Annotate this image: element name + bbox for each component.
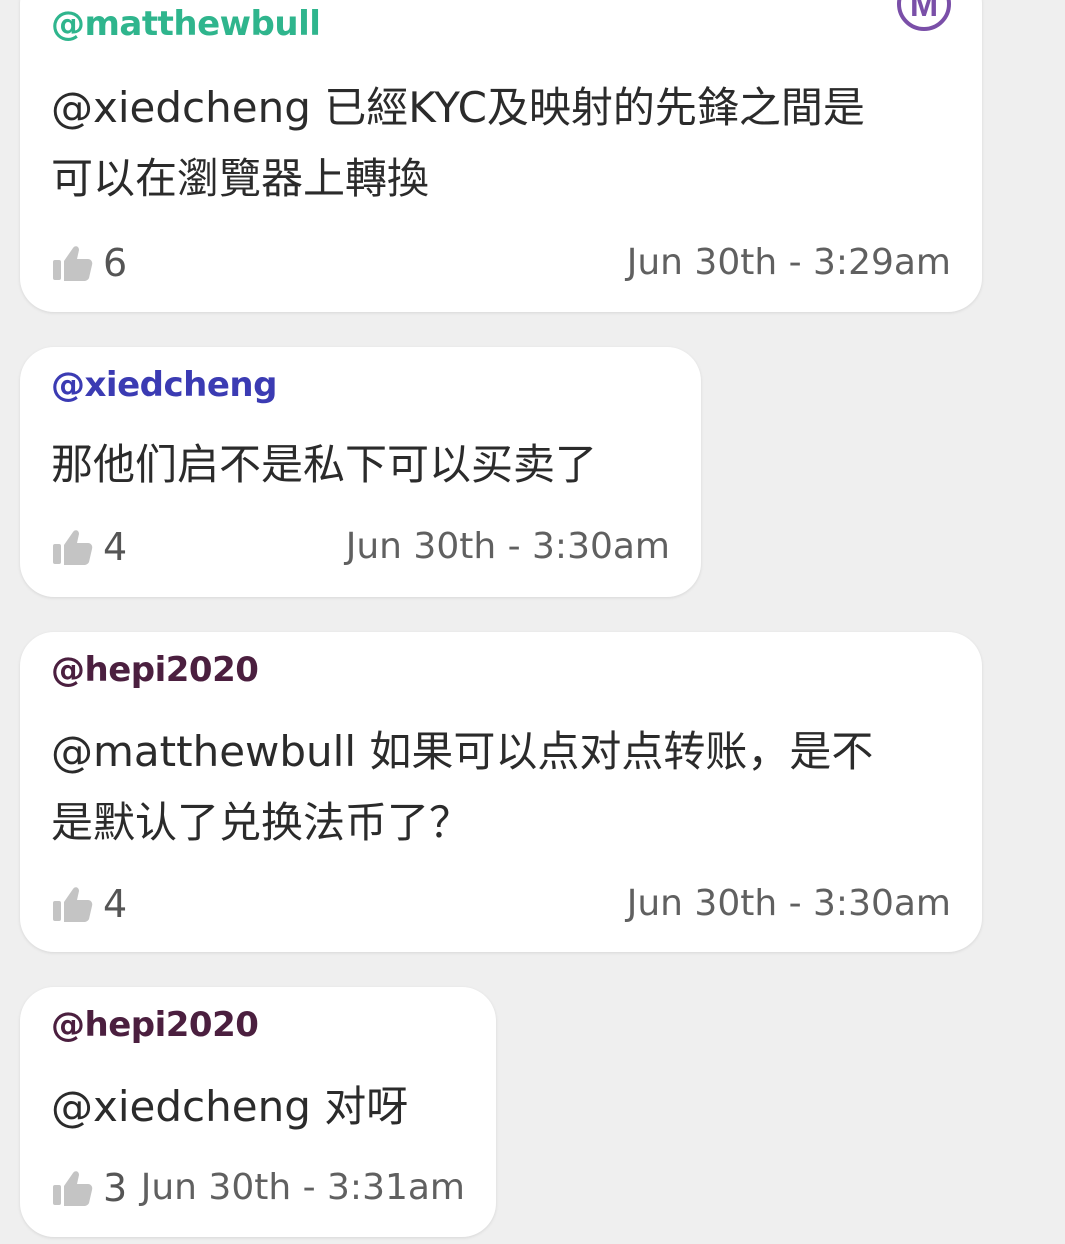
comment-timestamp: Jun 30th - 3:29am	[626, 242, 951, 283]
comment-card: @matthewbull M @xiedcheng 已經KYC及映射的先鋒之間是…	[20, 0, 982, 312]
comment-card: @hepi2020 @xiedcheng 对呀 3 Jun 30th - 3:3…	[20, 987, 496, 1237]
thumbs-up-icon	[53, 1171, 93, 1206]
like-count: 4	[103, 882, 128, 926]
comment-username[interactable]: @hepi2020	[51, 650, 259, 690]
comment-body-line: 是默认了兑换法币了？	[51, 798, 472, 847]
like-button[interactable]: 6	[51, 238, 127, 288]
comment-card: @xiedcheng 那他们启不是私下可以买卖了 4 Jun 30th - 3:…	[20, 347, 701, 597]
comment-footer: 4 Jun 30th - 3:30am	[51, 522, 670, 572]
like-count: 6	[103, 241, 128, 285]
like-count: 3	[103, 1166, 128, 1210]
comment-timestamp: Jun 30th - 3:30am	[345, 526, 670, 567]
comment-body-line: @matthewbull 如果可以点对点转账，是不	[51, 727, 874, 776]
thumbs-up-icon	[53, 530, 93, 565]
comment-timestamp: Jun 30th - 3:30am	[626, 883, 951, 924]
comment-username[interactable]: @matthewbull	[51, 4, 321, 44]
comment-username[interactable]: @xiedcheng	[51, 365, 277, 405]
comment-body-line: @xiedcheng 已經KYC及映射的先鋒之間是	[51, 83, 865, 132]
thumbs-up-icon	[53, 887, 93, 922]
member-badge-icon: M	[897, 0, 951, 31]
comment-body-line: 可以在瀏覽器上轉換	[51, 154, 430, 203]
like-count: 4	[103, 525, 128, 569]
thumbs-up-icon	[53, 246, 93, 281]
comment-body-line: @xiedcheng 对呀	[51, 1082, 409, 1131]
comment-username[interactable]: @hepi2020	[51, 1005, 259, 1045]
comment-body: @matthewbull 如果可以点对点转账，是不 是默认了兑换法币了？	[51, 716, 873, 858]
comment-card: @hepi2020 @matthewbull 如果可以点对点转账，是不 是默认了…	[20, 632, 982, 952]
like-button[interactable]: 4	[51, 522, 127, 572]
comment-body: @xiedcheng 对呀	[51, 1071, 408, 1142]
comment-timestamp: Jun 30th - 3:31am	[140, 1167, 465, 1208]
comment-footer: 3 Jun 30th - 3:31am	[51, 1163, 465, 1213]
member-badge-letter: M	[910, 0, 938, 24]
comment-feed: @matthewbull M @xiedcheng 已經KYC及映射的先鋒之間是…	[0, 0, 1065, 1244]
comment-footer: 6 Jun 30th - 3:29am	[51, 238, 951, 288]
comment-footer: 4 Jun 30th - 3:30am	[51, 879, 951, 929]
comment-body: 那他们启不是私下可以买卖了	[51, 429, 597, 500]
like-button[interactable]: 3	[51, 1163, 127, 1213]
comment-body-line: 那他们启不是私下可以买卖了	[51, 440, 598, 489]
comment-body: @xiedcheng 已經KYC及映射的先鋒之間是 可以在瀏覽器上轉換	[51, 72, 865, 214]
like-button[interactable]: 4	[51, 879, 127, 929]
